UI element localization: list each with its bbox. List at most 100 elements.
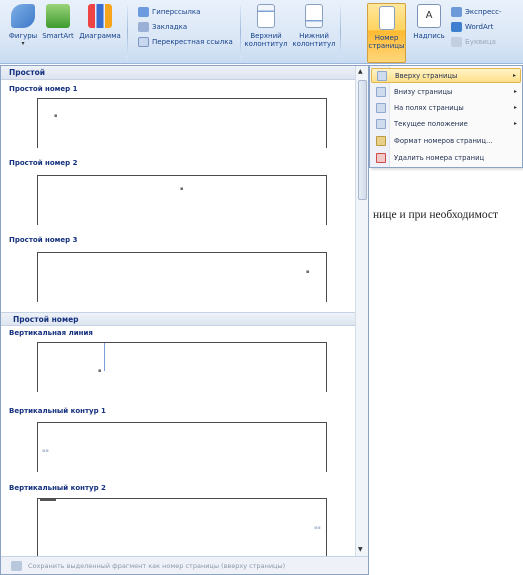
- document-body-text: нице и при необходимост: [373, 209, 499, 221]
- page-number-marker: ▪▪: [42, 448, 49, 454]
- smartart-label: SmartArt: [42, 32, 74, 40]
- header-page-icon: [257, 4, 275, 28]
- wordart-button[interactable]: WordArt: [451, 21, 493, 33]
- shapes-icon: [11, 4, 35, 28]
- textbox-label: Надпись: [413, 32, 445, 40]
- vertical-line-marker: [104, 343, 105, 371]
- save-selection-icon: [11, 560, 22, 571]
- wordart-icon: [451, 22, 462, 32]
- page-margins-icon: [376, 102, 386, 113]
- scroll-up-icon[interactable]: ▲: [358, 68, 363, 75]
- gallery-item-label: Вертикальный контур 1: [9, 407, 106, 415]
- remove-page-numbers-icon: [376, 152, 386, 163]
- page-number-marker: ▪: [306, 269, 310, 275]
- bookmark-label: Закладка: [152, 23, 188, 31]
- menu-item-remove-page-numbers[interactable]: Удалить номера страниц: [371, 150, 521, 165]
- gallery-item-label: Вертикальный контур 2: [9, 484, 106, 492]
- quickparts-button[interactable]: Экспресс-: [451, 6, 502, 18]
- textbox-button[interactable]: A Надпись: [409, 4, 449, 62]
- ribbon-separator: [127, 6, 128, 58]
- header-label: Верхний: [250, 32, 282, 40]
- current-position-icon: [376, 118, 386, 129]
- page-number-marker: ▪: [180, 186, 184, 192]
- chevron-down-icon: ▾: [21, 40, 25, 47]
- corner-marker: [40, 499, 56, 501]
- save-selection-label: Сохранить выделенный фрагмент как номер …: [28, 561, 286, 570]
- hyperlink-button[interactable]: Гиперссылка: [138, 6, 200, 18]
- smartart-icon: [46, 4, 70, 28]
- gallery-item-simple-1[interactable]: ▪: [37, 98, 327, 148]
- shapes-button[interactable]: Фигуры ▾: [6, 4, 40, 62]
- menu-item-format-page-numbers[interactable]: Формат номеров страниц...: [371, 133, 521, 148]
- top-of-page-icon: [377, 70, 387, 81]
- chevron-right-icon: ▸: [512, 72, 516, 79]
- chevron-right-icon: ▸: [513, 88, 517, 95]
- bookmark-icon: [138, 22, 149, 32]
- dropcap-button[interactable]: Буквица: [451, 36, 496, 48]
- gallery-item-label: Простой номер 3: [9, 236, 78, 244]
- menu-item-current-position[interactable]: Текущее положение ▸: [371, 116, 521, 131]
- hyperlink-icon: [138, 7, 149, 17]
- gallery-item-vertical-outline-1[interactable]: ▪▪: [37, 422, 327, 472]
- ribbon-separator: [340, 6, 341, 58]
- menu-item-top-of-page[interactable]: Вверху страницы ▸: [371, 68, 521, 83]
- gallery-item-vertical-line[interactable]: ▪: [37, 342, 327, 392]
- save-selection-button[interactable]: Сохранить выделенный фрагмент как номер …: [1, 556, 368, 574]
- page-number-label: Номер: [374, 34, 399, 42]
- crossref-button[interactable]: Перекрестная ссылка: [138, 36, 233, 48]
- menu-item-label: На полях страницы: [394, 103, 464, 112]
- page-number-marker: ▪▪: [314, 525, 321, 531]
- scroll-down-icon[interactable]: ▼: [358, 546, 363, 553]
- ribbon-separator: [240, 6, 241, 58]
- bookmark-button[interactable]: Закладка: [138, 21, 187, 33]
- scroll-thumb[interactable]: [358, 80, 367, 200]
- smartart-button[interactable]: SmartArt: [40, 4, 76, 62]
- menu-item-bottom-of-page[interactable]: Внизу страницы ▸: [371, 84, 521, 99]
- chart-label: Диаграмма: [79, 32, 121, 40]
- page-number-marker: ▪: [98, 368, 102, 374]
- page-number-menu: Вверху страницы ▸ Внизу страницы ▸ На по…: [369, 65, 523, 168]
- bottom-of-page-icon: [376, 86, 386, 97]
- footer-button[interactable]: Нижний колонтитул: [290, 4, 338, 62]
- ribbon: Фигуры ▾ SmartArt Диаграмма Гиперссылка …: [0, 0, 523, 64]
- gallery-item-label: Простой номер 1: [9, 85, 78, 93]
- page-number-marker: ▪: [54, 113, 58, 119]
- menu-item-label: Формат номеров страниц...: [394, 136, 493, 145]
- gallery-item-label: Простой номер 2: [9, 159, 78, 167]
- page-number-icon: [378, 6, 395, 30]
- menu-item-label: Внизу страницы: [394, 87, 453, 96]
- menu-item-label: Вверху страницы: [395, 71, 458, 80]
- gallery-item-label: Вертикальная линия: [9, 329, 93, 337]
- page-number-button[interactable]: Номер страницы: [367, 3, 406, 63]
- crossref-icon: [138, 37, 149, 47]
- page-number-label-2: страницы: [368, 42, 405, 50]
- header-label-2: колонтитул: [244, 40, 288, 48]
- gallery-item-vertical-outline-2[interactable]: ▪▪: [37, 498, 327, 556]
- gallery-item-simple-2[interactable]: ▪: [37, 175, 327, 225]
- quickparts-icon: [451, 7, 462, 17]
- footer-label-2: колонтитул: [292, 40, 336, 48]
- gallery-section-header: Простой номер: [1, 312, 355, 326]
- wordart-label: WordArt: [465, 23, 494, 31]
- dropcap-label: Буквица: [465, 38, 496, 46]
- chevron-right-icon: ▸: [513, 104, 517, 111]
- crossref-label: Перекрестная ссылка: [152, 38, 233, 46]
- quickparts-label: Экспресс-: [465, 8, 502, 16]
- textbox-icon: A: [417, 4, 441, 28]
- chart-button[interactable]: Диаграмма: [78, 4, 122, 62]
- dropcap-icon: [451, 37, 462, 47]
- menu-item-label: Текущее положение: [394, 119, 468, 128]
- chevron-right-icon: ▸: [513, 120, 517, 127]
- gallery-item-simple-3[interactable]: ▪: [37, 252, 327, 302]
- page-number-gallery: Простой Простой номер 1 ▪ Простой номер …: [0, 65, 369, 575]
- gallery-category-header: Простой: [1, 66, 355, 80]
- footer-label: Нижний: [299, 32, 329, 40]
- shapes-label: Фигуры: [8, 32, 38, 40]
- format-page-numbers-icon: [376, 135, 386, 146]
- hyperlink-label: Гиперссылка: [152, 8, 201, 16]
- menu-item-page-margins[interactable]: На полях страницы ▸: [371, 100, 521, 115]
- gallery-scrollbar[interactable]: ▲ ▼: [355, 66, 368, 556]
- footer-page-icon: [305, 4, 323, 28]
- header-button[interactable]: Верхний колонтитул: [244, 4, 288, 62]
- menu-item-label: Удалить номера страниц: [394, 153, 485, 162]
